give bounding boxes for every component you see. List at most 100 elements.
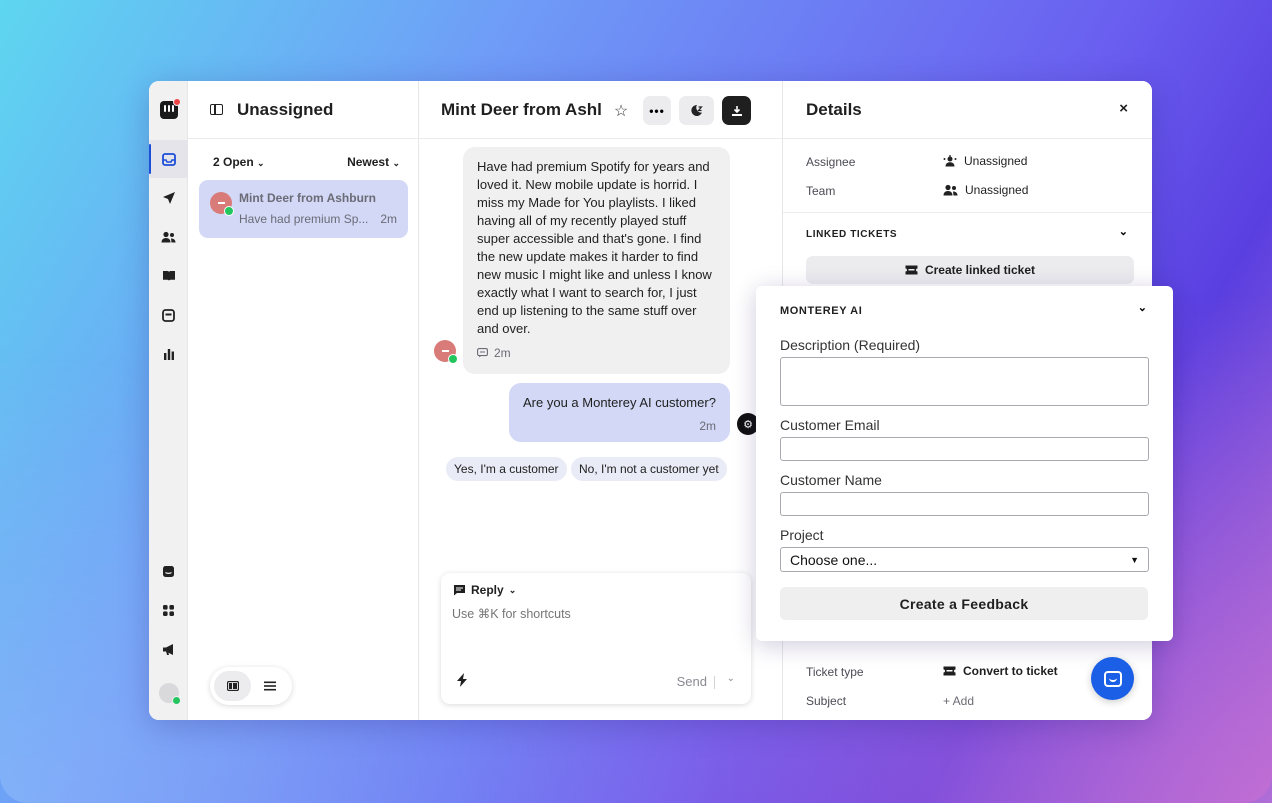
send-divider xyxy=(714,676,715,689)
nav-tickets[interactable] xyxy=(149,296,188,334)
chevron-down-icon: ⌄ xyxy=(508,584,517,595)
channel-chat-icon xyxy=(477,348,488,358)
customer-message: Have had premium Spotify for years and l… xyxy=(463,147,730,374)
details-header: Details × xyxy=(783,81,1152,139)
convert-to-ticket-button[interactable]: Convert to ticket xyxy=(943,664,1058,678)
add-subject-button[interactable]: + Add xyxy=(943,694,974,708)
more-button[interactable]: ••• xyxy=(643,96,671,125)
assignee-value[interactable]: Unassigned xyxy=(943,154,1027,168)
chevron-down-icon[interactable]: ⌄ xyxy=(1119,225,1128,238)
nav-apps[interactable] xyxy=(149,591,188,629)
nav-messenger[interactable] xyxy=(149,552,188,590)
macros-button[interactable] xyxy=(457,673,468,692)
nav-knowledge[interactable] xyxy=(149,257,188,295)
close-icon[interactable]: × xyxy=(1119,100,1128,117)
caret-down-icon: ▼ xyxy=(1130,554,1139,565)
snooze-button[interactable] xyxy=(679,96,714,125)
description-label: Description (Required) xyxy=(780,337,921,353)
more-icon: ••• xyxy=(649,103,665,118)
reply-input[interactable] xyxy=(452,607,738,621)
details-title: Details xyxy=(806,100,862,119)
conversation-list-item[interactable]: Mint Deer from Ashburn Have had premium … xyxy=(199,180,408,238)
sidebar-toggle-icon[interactable] xyxy=(210,104,223,115)
conversation-header: Mint Deer from Ashl ☆ ••• xyxy=(419,81,782,139)
chevron-down-icon: ⌄ xyxy=(257,158,265,168)
project-select[interactable]: Choose one... ▼ xyxy=(780,547,1149,572)
split-view-button[interactable] xyxy=(214,671,251,701)
chevron-down-icon: ⌄ xyxy=(392,158,400,168)
team-value[interactable]: Unassigned xyxy=(943,183,1028,197)
reply-icon xyxy=(454,585,465,596)
reply-mode-selector[interactable]: Reply ⌄ xyxy=(453,583,516,597)
description-field[interactable] xyxy=(780,357,1149,406)
customer-name-field[interactable] xyxy=(780,492,1149,516)
close-conversation-button[interactable] xyxy=(722,96,751,125)
lightning-icon xyxy=(457,673,467,687)
nav-inbox[interactable] xyxy=(149,140,188,178)
paper-plane-icon xyxy=(162,192,175,204)
assignee-icon xyxy=(943,155,957,167)
inbox-title: Unassigned xyxy=(237,99,334,119)
nav-profile[interactable] xyxy=(149,674,188,712)
sort-filter[interactable]: Newest ⌄ xyxy=(347,155,400,169)
reply-composer: Reply ⌄ Send ⌄ xyxy=(441,573,751,704)
create-linked-ticket-button[interactable]: Create linked ticket xyxy=(806,256,1134,284)
contact-avatar xyxy=(434,340,458,364)
conversation-time: 2m xyxy=(380,212,397,226)
quick-reply-no[interactable]: No, I'm not a customer yet xyxy=(571,457,727,481)
nav-news[interactable] xyxy=(149,630,188,668)
megaphone-icon xyxy=(162,643,173,655)
team-label: Team xyxy=(806,184,836,198)
create-feedback-button[interactable]: Create a Feedback xyxy=(780,587,1148,620)
snooze-icon xyxy=(691,104,703,116)
quick-reply-yes[interactable]: Yes, I'm a customer xyxy=(446,457,567,481)
ticket-type-label: Ticket type xyxy=(806,665,864,679)
intercom-logo-icon xyxy=(159,98,181,119)
inbox-icon xyxy=(161,152,176,166)
conversation-preview: Have had premium Sp... xyxy=(239,212,369,226)
apps-icon xyxy=(163,604,174,616)
tickets-icon xyxy=(162,308,175,322)
conversation-title: Mint Deer from Ashl xyxy=(441,100,602,119)
team-icon xyxy=(943,184,958,196)
list-view-button[interactable] xyxy=(251,671,288,701)
inbox-filters: 2 Open ⌄ Newest ⌄ xyxy=(188,139,418,169)
user-avatar xyxy=(158,683,181,705)
columns-icon xyxy=(226,681,239,691)
messenger-launcher[interactable] xyxy=(1091,657,1134,700)
customer-name-label: Customer Name xyxy=(780,472,882,488)
nav-reports[interactable] xyxy=(149,335,188,373)
archive-icon xyxy=(731,105,742,116)
messenger-icon xyxy=(1103,670,1122,687)
nav-contacts[interactable] xyxy=(149,218,188,256)
send-button[interactable]: Send xyxy=(677,674,707,689)
conversation-name: Mint Deer from Ashburn xyxy=(239,191,376,205)
bot-icon: ⚙ xyxy=(743,418,753,431)
app-logo[interactable] xyxy=(149,91,188,129)
bot-message: Are you a Monterey AI customer? 2m xyxy=(509,383,730,442)
ticket-icon xyxy=(905,265,918,275)
customer-email-field[interactable] xyxy=(780,437,1149,461)
form-title: MONTEREY AI xyxy=(780,305,863,317)
assignee-label: Assignee xyxy=(806,155,856,169)
chevron-down-icon[interactable]: ⌄ xyxy=(1138,301,1147,314)
star-icon: ☆ xyxy=(613,102,629,120)
status-filter[interactable]: 2 Open ⌄ xyxy=(213,155,265,169)
layout-toggle xyxy=(210,667,292,705)
nav-outbound[interactable] xyxy=(149,179,188,217)
star-button[interactable]: ☆ xyxy=(609,96,633,125)
send-options-button[interactable]: ⌄ xyxy=(727,673,735,684)
list-icon xyxy=(263,681,276,691)
contacts-icon xyxy=(161,231,176,243)
message-meta: 2m xyxy=(477,344,716,362)
message-text: Have had premium Spotify for years and l… xyxy=(477,159,712,336)
subject-label: Subject xyxy=(806,694,847,708)
message-text: Are you a Monterey AI customer? xyxy=(523,395,716,410)
reports-icon xyxy=(163,349,174,360)
ticket-icon xyxy=(943,666,956,676)
message-time: 2m xyxy=(699,419,716,433)
monterey-ai-form: MONTEREY AI ⌄ Description (Required) Cus… xyxy=(756,286,1173,641)
chat-icon xyxy=(163,565,174,577)
contact-avatar xyxy=(210,192,234,216)
inbox-header: Unassigned xyxy=(188,81,418,139)
